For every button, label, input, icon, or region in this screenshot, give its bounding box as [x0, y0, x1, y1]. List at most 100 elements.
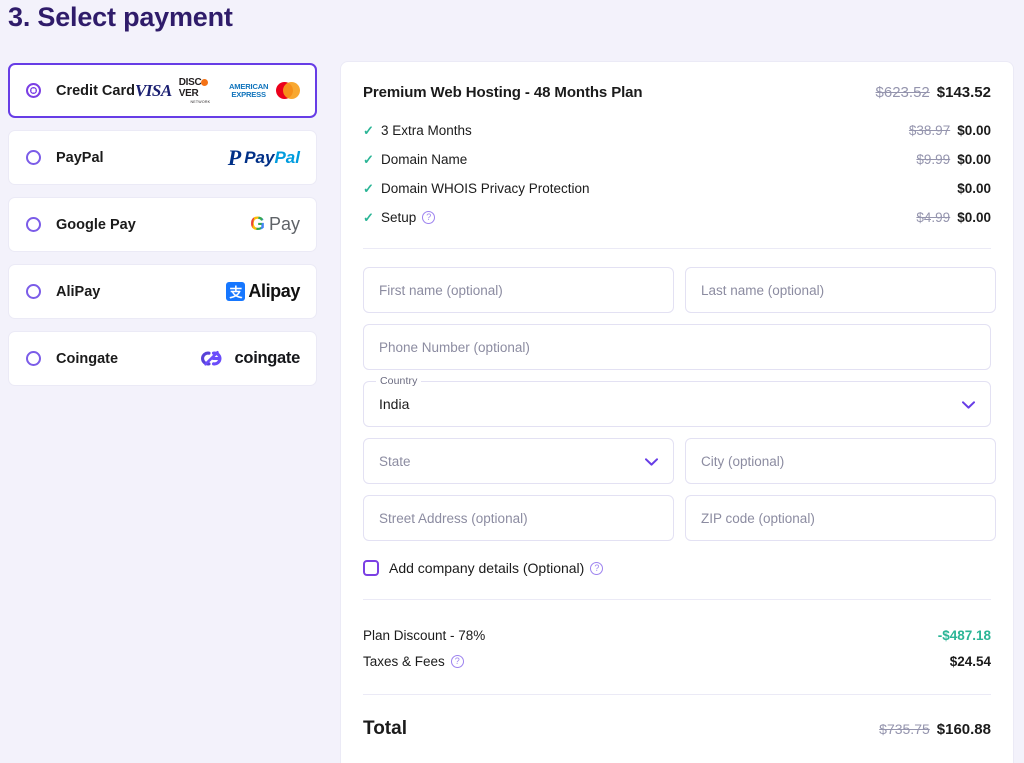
feature-new-price: $0.00 [957, 152, 991, 167]
google-pay-icon: G Pay [250, 214, 300, 235]
payment-option-label: Credit Card [56, 82, 135, 99]
divider [363, 248, 991, 249]
page-title: 3. Select payment [8, 2, 233, 32]
check-icon: ✓ [363, 122, 374, 138]
mastercard-icon [276, 82, 300, 99]
feature-new-price: $0.00 [957, 181, 991, 196]
phone-number-field[interactable]: Phone Number (optional) [363, 324, 991, 370]
last-name-field[interactable]: Last name (optional) [685, 267, 996, 313]
discover-label-top: DISCVER [179, 77, 209, 99]
discover-icon: DISCVER NETWORK [179, 77, 222, 104]
help-icon[interactable]: ? [450, 654, 464, 668]
total-old-price: $735.75 [879, 721, 930, 737]
company-details-checkbox[interactable] [363, 560, 379, 576]
taxes-value: $24.54 [949, 653, 991, 669]
payment-option-label: Google Pay [56, 216, 136, 233]
feature-label: Setup [381, 210, 417, 225]
country-value: India [379, 396, 410, 412]
coingate-text: coingate [234, 349, 301, 367]
company-details-row[interactable]: Add company details (Optional) ? [363, 560, 991, 576]
last-name-placeholder: Last name (optional) [701, 282, 825, 298]
payment-option-alipay[interactable]: AliPay 支 Alipay [8, 264, 317, 319]
payment-option-coingate[interactable]: Coingate coingate [8, 331, 317, 386]
paypal-icon: P Pay Pal [227, 144, 300, 170]
divider [363, 599, 991, 600]
coingate-icon: coingate [196, 349, 300, 368]
plan-name: Premium Web Hosting - 48 Months Plan [363, 84, 643, 101]
check-icon: ✓ [363, 180, 374, 196]
feature-old-price: $4.99 [916, 210, 951, 225]
first-name-placeholder: First name (optional) [379, 282, 503, 298]
payment-option-label: AliPay [56, 283, 101, 300]
city-field[interactable]: City (optional) [685, 438, 996, 484]
divider [363, 694, 991, 695]
coingate-mark [200, 351, 222, 366]
amex-icon: AMERICAN EXPRESS [229, 83, 269, 99]
company-details-label: Add company details (Optional) [389, 560, 585, 576]
feature-row: ✓ Domain Name $9.99 $0.00 [363, 145, 991, 174]
radio-coingate[interactable] [26, 351, 41, 366]
plan-old-price: $623.52 [875, 84, 930, 101]
total-label: Total [363, 718, 407, 739]
taxes-label: Taxes & Fees [363, 653, 445, 669]
checkout-page: 3. Select payment Credit Card VISA DISCV… [0, 0, 1024, 763]
phone-placeholder: Phone Number (optional) [379, 339, 530, 355]
paypal-mark: P [227, 144, 242, 170]
street-address-field[interactable]: Street Address (optional) [363, 495, 674, 541]
state-placeholder: State [379, 453, 411, 469]
payment-option-label: PayPal [56, 149, 104, 166]
billing-form: First name (optional) Last name (optiona… [363, 267, 996, 576]
payment-option-credit-card[interactable]: Credit Card VISA DISCVER NETWORK AMERICA… [8, 63, 317, 118]
street-placeholder: Street Address (optional) [379, 510, 528, 526]
feature-old-price: $9.99 [916, 152, 951, 167]
feature-label: Domain WHOIS Privacy Protection [381, 181, 590, 196]
taxes-row: Taxes & Fees ? $24.54 [363, 648, 991, 674]
discover-label-bottom: NETWORK [190, 100, 211, 104]
payment-option-paypal[interactable]: PayPal P Pay Pal [8, 130, 317, 185]
zip-code-field[interactable]: ZIP code (optional) [685, 495, 996, 541]
radio-google-pay[interactable] [26, 217, 41, 232]
state-select[interactable]: State [363, 438, 674, 484]
payment-method-list: Credit Card VISA DISCVER NETWORK AMERICA… [8, 63, 317, 398]
zip-placeholder: ZIP code (optional) [701, 510, 815, 526]
totals-section: Plan Discount - 78% -$487.18 Taxes & Fee… [363, 622, 991, 674]
feature-label: 3 Extra Months [381, 123, 472, 138]
paypal-text-pal: Pal [274, 147, 300, 167]
check-icon: ✓ [363, 151, 374, 167]
google-g-mark: G [250, 214, 265, 235]
help-icon[interactable]: ? [422, 211, 436, 224]
chevron-down-icon [645, 455, 658, 468]
radio-paypal[interactable] [26, 150, 41, 165]
paypal-text-pay: Pay [244, 147, 275, 167]
discount-label: Plan Discount - 78% [363, 627, 486, 643]
chevron-down-icon [962, 398, 975, 411]
feature-row: ✓ Setup ? $4.99 $0.00 [363, 203, 991, 232]
alipay-icon: 支 Alipay [226, 281, 300, 302]
feature-new-price: $0.00 [957, 123, 991, 138]
payment-option-google-pay[interactable]: Google Pay G Pay [8, 197, 317, 252]
credit-card-brand-logos: VISA DISCVER NETWORK AMERICAN EXPRESS [135, 77, 300, 104]
plan-row: Premium Web Hosting - 48 Months Plan $62… [363, 84, 991, 101]
payment-option-label: Coingate [56, 350, 119, 367]
first-name-field[interactable]: First name (optional) [363, 267, 674, 313]
discount-row: Plan Discount - 78% -$487.18 [363, 622, 991, 648]
country-select[interactable]: Country India [363, 375, 991, 427]
check-icon: ✓ [363, 209, 374, 225]
order-summary-panel: Premium Web Hosting - 48 Months Plan $62… [340, 61, 1014, 763]
total-new-price: $160.88 [936, 721, 991, 738]
city-placeholder: City (optional) [701, 453, 785, 469]
radio-alipay[interactable] [26, 284, 41, 299]
feature-row: ✓ Domain WHOIS Privacy Protection $0.00 [363, 174, 991, 203]
alipay-text: Alipay [248, 281, 300, 301]
alipay-mark: 支 [226, 282, 246, 301]
feature-new-price: $0.00 [957, 210, 991, 225]
country-label: Country [376, 375, 422, 387]
radio-credit-card[interactable] [26, 83, 41, 98]
help-icon[interactable]: ? [590, 561, 604, 575]
google-pay-text: Pay [268, 214, 300, 234]
feature-row: ✓ 3 Extra Months $38.97 $0.00 [363, 116, 991, 145]
amex-line-2: EXPRESS [231, 89, 266, 99]
feature-label: Domain Name [381, 152, 468, 167]
grand-total-row: Total $735.75 $160.88 [363, 718, 991, 740]
feature-old-price: $38.97 [908, 123, 951, 138]
